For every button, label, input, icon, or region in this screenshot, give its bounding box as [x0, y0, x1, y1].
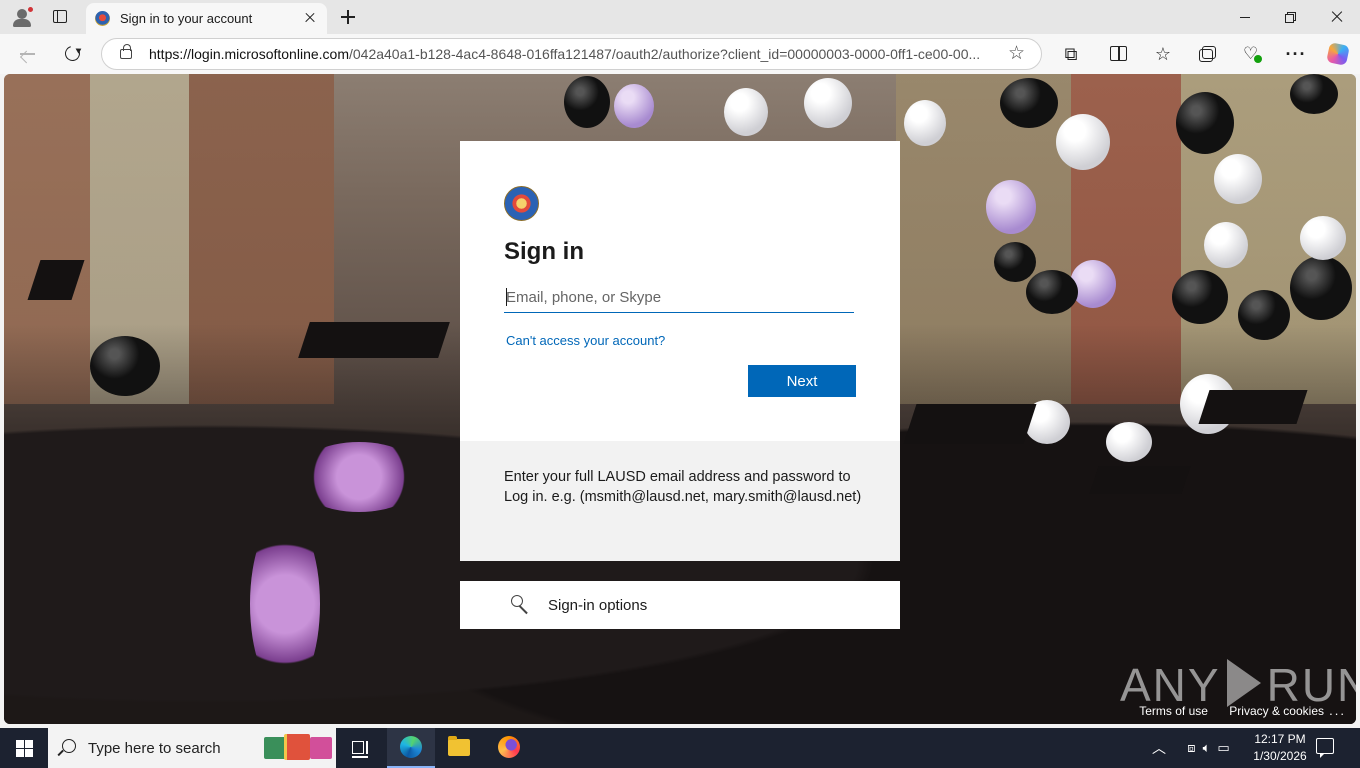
flower-lei	[250, 514, 320, 694]
balloon	[986, 180, 1036, 234]
taskbar-search-placeholder: Type here to search	[88, 740, 221, 757]
page-footer-links: Terms of use Privacy & cookies	[1121, 704, 1324, 718]
task-view-icon[interactable]	[336, 728, 384, 768]
windows-start-button[interactable]	[0, 728, 48, 768]
text-caret	[506, 288, 507, 306]
close-window-button[interactable]	[1314, 0, 1360, 34]
address-bar[interactable]: https://login.microsoftonline.com/042a40…	[101, 38, 1042, 70]
balloon	[614, 84, 654, 128]
minimize-button[interactable]	[1222, 0, 1268, 34]
balloon	[1026, 270, 1078, 314]
balloon	[564, 76, 610, 128]
refresh-icon	[62, 43, 83, 64]
terms-of-use-link[interactable]: Terms of use	[1139, 704, 1208, 718]
edge-icon[interactable]	[387, 728, 435, 768]
balloon	[994, 242, 1036, 282]
url-path: /042a40a1-b128-4ac4-8648-016ffa121487/oa…	[348, 46, 981, 62]
footer-more-button[interactable]: ...	[1329, 703, 1346, 718]
back-button[interactable]	[12, 38, 44, 70]
taskbar-search-box[interactable]: Type here to search	[48, 728, 336, 768]
clock-date: 1/30/2026	[1253, 749, 1307, 763]
balloon	[1176, 92, 1234, 154]
meet-now-icon[interactable]: ⧈	[1187, 740, 1202, 755]
favorites-star-icon[interactable]: ☆	[1151, 42, 1175, 66]
signin-options-button[interactable]: Sign-in options	[460, 581, 900, 629]
graduation-cap	[298, 322, 450, 358]
collections-icon[interactable]	[1196, 42, 1220, 66]
ellipsis-icon[interactable]: ···	[1284, 42, 1308, 66]
graduation-cap	[1089, 466, 1191, 494]
balloon	[1106, 422, 1152, 462]
refresh-button[interactable]	[56, 38, 88, 70]
balloon	[1056, 114, 1110, 170]
firefox-icon[interactable]	[485, 728, 533, 768]
back-arrow-icon	[20, 53, 35, 55]
notification-icon[interactable]	[1316, 738, 1334, 758]
clock-time: 12:17 PM	[1254, 732, 1306, 746]
puzzle-icon[interactable]: ⧉	[1059, 42, 1083, 66]
next-button[interactable]: Next	[748, 365, 856, 397]
restore-button[interactable]	[1268, 0, 1314, 34]
active-tab[interactable]: Sign in to your account	[86, 3, 327, 34]
privacy-cookies-link[interactable]: Privacy & cookies	[1229, 704, 1324, 718]
profile-icon[interactable]	[8, 4, 36, 30]
search-icon	[62, 739, 76, 753]
signin-title: Sign in	[504, 238, 584, 265]
graduation-cap	[903, 404, 1037, 444]
email-input[interactable]	[504, 283, 854, 313]
close-tab-icon[interactable]	[301, 8, 321, 28]
balloon	[1290, 74, 1338, 114]
balloon	[1290, 256, 1352, 320]
signin-hint-panel: Enter your full LAUSD email address and …	[460, 441, 900, 561]
balloon	[1172, 270, 1228, 324]
graduation-cap	[1198, 390, 1308, 424]
chevron-up-icon[interactable]: ︿	[1148, 728, 1170, 768]
star-outline-icon[interactable]: ☆	[1008, 43, 1025, 65]
system-tray-icons[interactable]: ⧈🔈︎▭	[1174, 728, 1250, 768]
windows-taskbar: Type here to search ︿ ⧈🔈︎▭ 12:17 PM 1/30…	[0, 728, 1360, 768]
play-icon	[1226, 659, 1261, 707]
balloon	[1204, 222, 1248, 268]
lausd-logo-icon	[504, 186, 539, 221]
balloon	[90, 336, 160, 396]
browser-essentials-icon[interactable]: ♡	[1240, 42, 1264, 66]
cant-access-account-link[interactable]: Can't access your account?	[506, 333, 665, 348]
url-host: https://login.microsoftonline.com	[149, 46, 349, 62]
url-text[interactable]: https://login.microsoftonline.com/042a40…	[149, 46, 994, 62]
tab-title: Sign in to your account	[120, 11, 253, 26]
new-tab-button[interactable]	[336, 5, 360, 29]
balloon	[1070, 260, 1116, 308]
taskbar-clock[interactable]: 12:17 PM 1/30/2026	[1250, 731, 1310, 765]
tab-actions-icon[interactable]	[48, 6, 72, 28]
flower-lei	[294, 442, 424, 512]
balloon	[1300, 216, 1346, 260]
browser-tab-strip: Sign in to your account	[0, 0, 1360, 34]
key-icon	[510, 594, 532, 616]
lock-icon[interactable]	[120, 44, 132, 59]
network-icon[interactable]: ▭	[1217, 740, 1236, 755]
file-explorer-icon[interactable]	[435, 728, 483, 768]
copilot-icon[interactable]	[1326, 42, 1350, 66]
browser-toolbar: https://login.microsoftonline.com/042a40…	[0, 34, 1360, 74]
signin-options-label: Sign-in options	[548, 597, 648, 614]
balloon	[724, 88, 768, 136]
search-highlight-gifts-icon[interactable]	[262, 734, 332, 762]
balloon	[904, 100, 946, 146]
volume-icon[interactable]: 🔈︎	[1203, 740, 1218, 755]
split-screen-icon[interactable]	[1107, 42, 1131, 66]
signin-card: Sign in Can't access your account? Next	[460, 141, 900, 441]
balloon	[1214, 154, 1262, 204]
balloon	[804, 78, 852, 128]
balloon	[1000, 78, 1058, 128]
balloon	[1238, 290, 1290, 340]
signin-hint-text: Enter your full LAUSD email address and …	[504, 469, 862, 505]
lausd-favicon-icon	[95, 11, 110, 26]
